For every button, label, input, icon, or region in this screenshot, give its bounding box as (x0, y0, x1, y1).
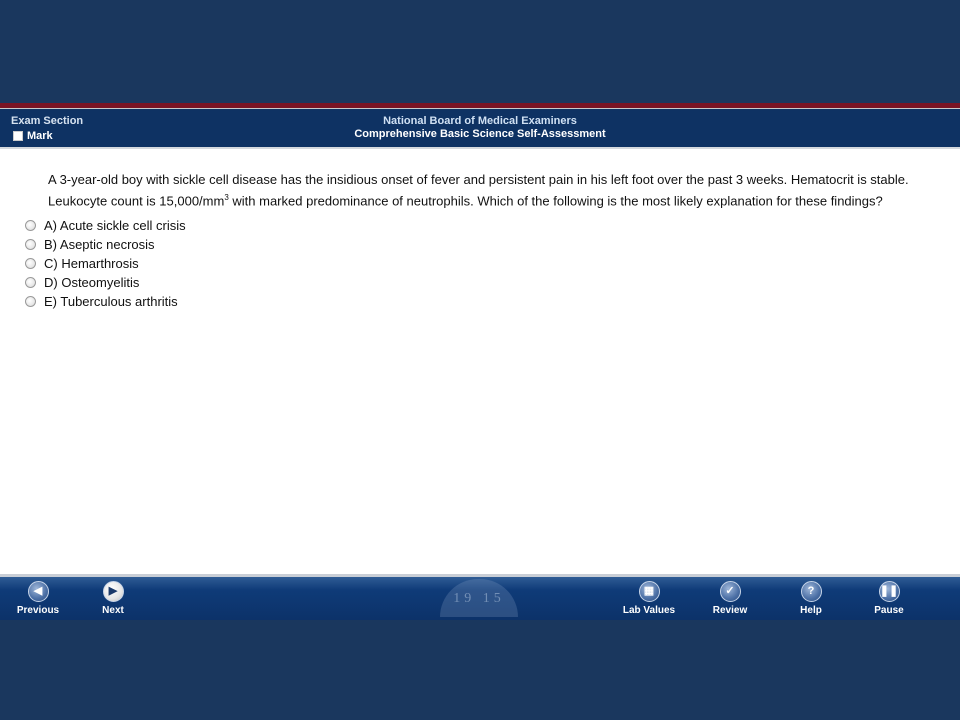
answer-label-b[interactable]: B) Aseptic necrosis (44, 237, 155, 252)
pause-button[interactable]: ❚❚ Pause (854, 581, 924, 616)
previous-label: Previous (16, 605, 60, 616)
pause-icon[interactable]: ❚❚ (878, 581, 900, 602)
left-arrow-icon[interactable]: ◀ (27, 581, 49, 602)
answer-option-b[interactable]: B) Aseptic necrosis (25, 235, 186, 254)
radio-button-a[interactable] (25, 220, 36, 231)
answer-label-e[interactable]: E) Tuberculous arthritis (44, 294, 178, 309)
exam-header: Exam Section Mark National Board of Medi… (0, 109, 960, 149)
lab-values-button[interactable]: ▦ Lab Values (614, 581, 684, 616)
navigation-bar: 19 15 ◀ Previous ▶ Next ▦ Lab Values ✓ R… (0, 574, 960, 620)
radio-button-c[interactable] (25, 258, 36, 269)
answer-list: A) Acute sickle cell crisis B) Aseptic n… (25, 216, 186, 311)
right-arrow-icon[interactable]: ▶ (102, 581, 124, 602)
lab-values-label: Lab Values (622, 605, 676, 616)
answer-option-e[interactable]: E) Tuberculous arthritis (25, 292, 186, 311)
lab-values-icon[interactable]: ▦ (638, 581, 660, 602)
answer-option-c[interactable]: C) Hemarthrosis (25, 254, 186, 273)
answer-label-c[interactable]: C) Hemarthrosis (44, 256, 139, 271)
radio-button-b[interactable] (25, 239, 36, 250)
exam-title-line2: Comprehensive Basic Science Self-Assessm… (354, 128, 606, 140)
help-button[interactable]: ? Help (776, 581, 846, 616)
answer-label-d[interactable]: D) Osteomyelitis (44, 275, 139, 290)
next-button[interactable]: ▶ Next (78, 581, 148, 616)
review-label: Review (712, 605, 748, 616)
answer-label-a[interactable]: A) Acute sickle cell crisis (44, 218, 186, 233)
review-button[interactable]: ✓ Review (695, 581, 765, 616)
radio-button-d[interactable] (25, 277, 36, 288)
next-label: Next (102, 605, 124, 616)
exam-title: National Board of Medical Examiners Comp… (0, 115, 960, 141)
exam-title-line1: National Board of Medical Examiners (383, 115, 577, 127)
help-label: Help (800, 605, 822, 616)
nbme-seal-watermark: 19 15 (440, 579, 518, 617)
question-panel: A 3-year-old boy with sickle cell diseas… (0, 149, 960, 574)
checkmark-icon[interactable]: ✓ (719, 581, 741, 602)
previous-button[interactable]: ◀ Previous (3, 581, 73, 616)
question-stem: A 3-year-old boy with sickle cell diseas… (48, 171, 948, 210)
answer-option-d[interactable]: D) Osteomyelitis (25, 273, 186, 292)
answer-option-a[interactable]: A) Acute sickle cell crisis (25, 216, 186, 235)
pause-label: Pause (874, 605, 904, 616)
radio-button-e[interactable] (25, 296, 36, 307)
question-text-part2: with marked predominance of neutrophils.… (228, 193, 883, 209)
question-mark-icon[interactable]: ? (800, 581, 822, 602)
